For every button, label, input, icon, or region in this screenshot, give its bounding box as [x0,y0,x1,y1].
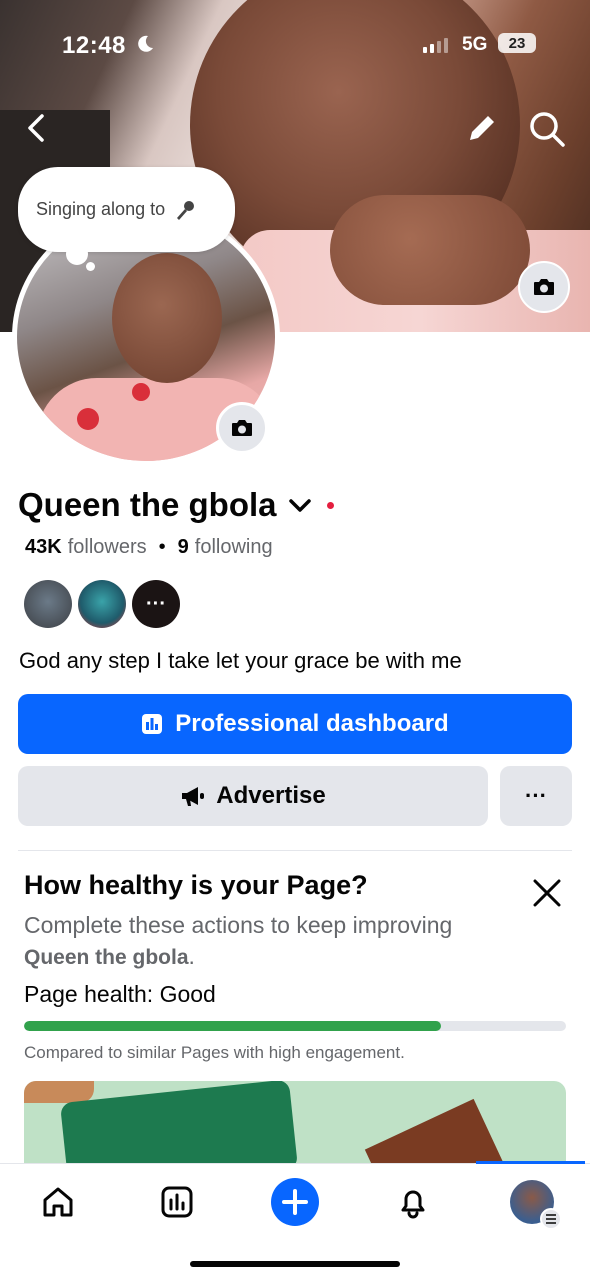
tab-dashboard[interactable] [153,1178,201,1226]
tab-create[interactable] [271,1178,319,1226]
camera-icon [534,279,554,295]
megaphone-icon [182,787,205,806]
profile-picture-subject [112,253,222,383]
illustration-shape [364,1098,504,1165]
page-health-status-value: Good [159,981,216,1007]
tab-profile[interactable] [508,1178,562,1230]
search-icon[interactable] [528,110,566,148]
more-friends-button[interactable]: ··· [132,580,180,628]
page-health-description: Complete these actions to keep improving… [24,910,524,973]
profile-avatar [510,1180,562,1230]
create-icon [271,1178,319,1226]
note-text: Singing along to [36,199,166,219]
page-health-status: Page health: Good [24,981,216,1008]
profile-name: Queen the gbola [18,486,277,523]
network-type: 5G [462,34,488,55]
more-options-button[interactable]: ··· [500,766,572,826]
tab-notifications[interactable] [389,1178,437,1226]
home-icon [43,1187,73,1217]
close-icon[interactable] [530,876,564,910]
notification-dot [326,501,334,509]
page-health-progress-bar [24,1021,566,1031]
dashboard-chart-icon [142,714,163,734]
dashboard-icon [161,1186,193,1218]
followers-count: 43K [25,536,62,558]
followers-label: followers [67,536,147,558]
friend-avatar[interactable] [78,580,126,628]
following-count: 9 [177,536,189,558]
section-divider [18,850,572,851]
back-chevron-icon[interactable] [22,110,52,146]
page-health-page-name: Queen the gbola [24,946,189,969]
camera-icon [232,420,252,436]
professional-dashboard-button[interactable]: Professional dashboard [18,694,572,754]
menu-icon [540,1208,562,1230]
shirt-pattern [77,408,99,430]
profile-bio: God any step I take let your grace be wi… [19,648,462,673]
cover-photo-hand [330,195,530,305]
tab-home[interactable] [34,1178,82,1226]
page-health-description-prefix: Complete these actions to keep improving [24,912,453,938]
page-health-title: How healthy is your Page? [24,870,368,900]
page-health-description-suffix: . [188,943,195,969]
profile-stats[interactable]: 43K followers • 9 following [25,536,273,559]
stats-separator: • [158,536,166,558]
note-bubble-tail [86,262,95,271]
friends-avatars[interactable]: ··· [24,580,180,628]
page-health-illustration [24,1081,566,1165]
do-not-disturb-moon-icon [138,35,153,52]
illustration-shape [59,1081,299,1165]
edit-cover-camera-button[interactable] [518,261,570,313]
shirt-pattern [132,383,150,401]
page-health-status-label: Page health: [24,981,154,1007]
profile-note-bubble[interactable]: Singing along to [18,167,235,252]
microphone-icon [177,200,195,220]
friend-avatar[interactable] [24,580,72,628]
advertise-button[interactable]: Advertise [18,766,488,826]
professional-dashboard-label: Professional dashboard [175,710,449,737]
active-tab-indicator [476,1161,585,1164]
bell-icon [401,1190,425,1219]
advertise-label: Advertise [216,782,326,809]
following-label: following [194,536,273,558]
page-health-progress-fill [24,1021,442,1031]
battery-indicator: 23 [498,33,536,53]
status-time: 12:48 [62,32,126,59]
note-bubble-tail [66,243,88,265]
edit-profile-picture-camera-button[interactable] [216,402,268,454]
edit-pencil-icon[interactable] [464,110,500,146]
chevron-down-icon[interactable] [287,495,313,515]
profile-name-row[interactable]: Queen the gbola [18,486,334,524]
cellular-signal-icon [423,38,448,53]
status-bar: 12:48 5G 23 [0,0,590,90]
page-health-note: Compared to similar Pages with high enga… [24,1043,405,1062]
home-indicator [190,1261,400,1267]
